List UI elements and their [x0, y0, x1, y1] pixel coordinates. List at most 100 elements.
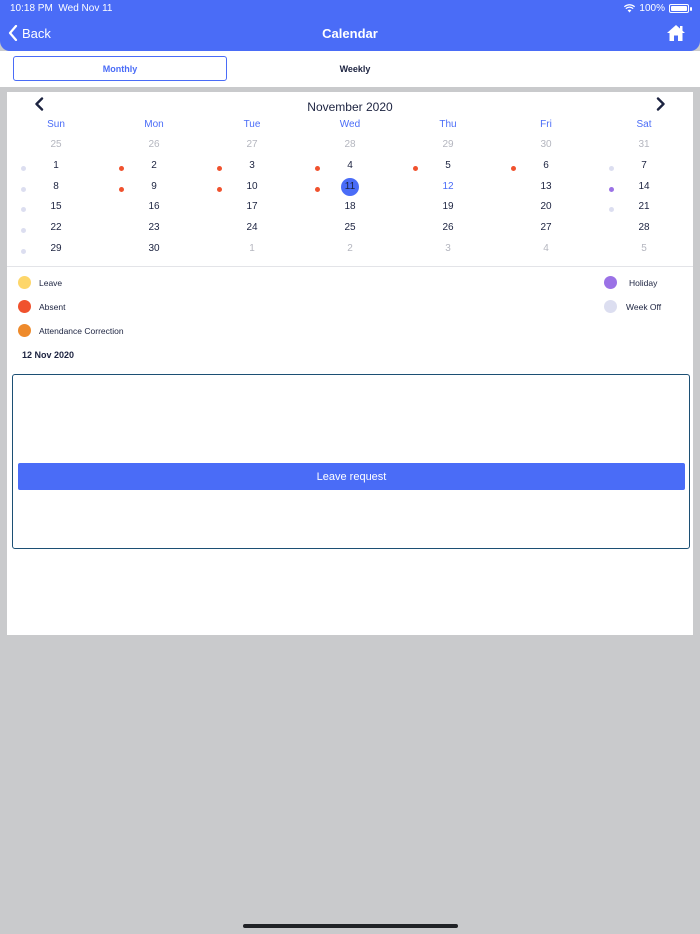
- calendar-day[interactable]: 5: [399, 156, 497, 177]
- legend-label: Attendance Correction: [39, 325, 124, 336]
- legend-attendance-correction: Attendance Correction: [18, 324, 124, 337]
- day-number: 21: [638, 201, 650, 213]
- day-detail-panel: Leave request: [12, 374, 690, 549]
- day-number: 26: [148, 139, 160, 150]
- day-number: 7: [641, 159, 647, 171]
- day-number: 30: [148, 242, 160, 254]
- status-dot-weekoff: [21, 248, 26, 254]
- status-dot-absent: [511, 165, 516, 171]
- calendar-header: November 2020: [7, 92, 693, 118]
- calendar-day[interactable]: 4: [497, 239, 595, 260]
- calendar-day[interactable]: 24: [203, 218, 301, 239]
- day-number: 2: [347, 242, 353, 254]
- view-toggle: Monthly Weekly: [0, 51, 700, 87]
- calendar-day[interactable]: 20: [497, 197, 595, 218]
- calendar-day[interactable]: 2: [105, 156, 203, 177]
- calendar-day[interactable]: 18: [301, 197, 399, 218]
- calendar-day[interactable]: 25: [7, 135, 105, 156]
- calendar-day[interactable]: 22: [7, 218, 105, 239]
- legend-swatch: [604, 300, 617, 313]
- calendar-day[interactable]: 21: [595, 197, 693, 218]
- day-number: 28: [344, 139, 356, 150]
- day-number: 4: [347, 159, 353, 171]
- calendar-day[interactable]: 30: [497, 135, 595, 156]
- status-dot-weekoff: [21, 228, 26, 234]
- calendar-day[interactable]: 3: [203, 156, 301, 177]
- calendar-day[interactable]: 30: [105, 239, 203, 260]
- home-button[interactable]: [666, 23, 686, 48]
- legend-leave: Leave: [18, 276, 62, 289]
- status-dot-absent: [119, 165, 124, 171]
- calendar-day[interactable]: 10: [203, 177, 301, 198]
- status-bar: 10:18 PM Wed Nov 11 100%: [0, 0, 700, 18]
- battery-percent: 100%: [639, 3, 665, 14]
- calendar-day[interactable]: 9: [105, 177, 203, 198]
- day-number: 28: [638, 222, 650, 234]
- day-number: 5: [445, 159, 451, 171]
- calendar-week-row: 29 30 1 2 3 4 5: [7, 239, 693, 260]
- calendar-day[interactable]: 7: [595, 156, 693, 177]
- calendar-day[interactable]: 29: [399, 135, 497, 156]
- calendar-day[interactable]: 31: [595, 135, 693, 156]
- day-number: 12: [442, 180, 454, 192]
- calendar-day[interactable]: 1: [7, 156, 105, 177]
- selected-date-label: 12 Nov 2020: [22, 350, 75, 360]
- calendar-week-row: 25 26 27 28 29 30 31: [7, 135, 693, 156]
- calendar-day[interactable]: 27: [203, 135, 301, 156]
- calendar-day[interactable]: 6: [497, 156, 595, 177]
- calendar-day[interactable]: 26: [105, 135, 203, 156]
- tab-monthly[interactable]: Monthly: [13, 56, 227, 81]
- calendar-day[interactable]: 23: [105, 218, 203, 239]
- calendar-day[interactable]: 27: [497, 218, 595, 239]
- page-title: Calendar: [322, 26, 378, 41]
- calendar-day[interactable]: 13: [497, 177, 595, 198]
- status-dot-absent: [315, 165, 320, 171]
- tab-weekly[interactable]: Weekly: [248, 56, 462, 81]
- legend-label: Leave: [39, 277, 63, 288]
- day-number: 14: [638, 180, 650, 192]
- calendar-day[interactable]: 8: [7, 177, 105, 198]
- day-number: 16: [148, 201, 160, 213]
- legend-label: Week Off: [626, 301, 662, 312]
- calendar-day[interactable]: 14: [595, 177, 693, 198]
- calendar-week-row: 8 9 10 11 12 13 14: [7, 177, 693, 198]
- calendar-day-selected[interactable]: 11: [301, 177, 399, 198]
- calendar-day[interactable]: 1: [203, 239, 301, 260]
- status-right: 100%: [624, 3, 692, 14]
- calendar-day[interactable]: 25: [301, 218, 399, 239]
- calendar-day[interactable]: 2: [301, 239, 399, 260]
- calendar-day[interactable]: 17: [203, 197, 301, 218]
- calendar-day[interactable]: 15: [7, 197, 105, 218]
- leave-request-button[interactable]: Leave request: [18, 463, 685, 490]
- status-dot-absent: [217, 165, 222, 171]
- next-month-button[interactable]: [656, 97, 666, 116]
- day-number: 15: [50, 201, 62, 213]
- home-icon: [667, 25, 685, 41]
- calendar-day[interactable]: 12: [399, 177, 497, 198]
- day-number: 26: [442, 222, 454, 234]
- day-number: 22: [50, 222, 62, 234]
- day-number: 19: [442, 201, 454, 213]
- day-number: 31: [638, 139, 650, 150]
- calendar-day[interactable]: 26: [399, 218, 497, 239]
- calendar-day[interactable]: 29: [7, 239, 105, 260]
- weekday-label: Fri: [540, 119, 552, 130]
- battery-icon: [669, 4, 689, 13]
- home-indicator: [243, 924, 458, 928]
- status-dot-weekoff: [21, 186, 26, 192]
- legend-swatch: [18, 276, 31, 289]
- status-time: 10:18 PM Wed Nov 11: [10, 3, 113, 14]
- calendar-day[interactable]: 16: [105, 197, 203, 218]
- calendar-day[interactable]: 4: [301, 156, 399, 177]
- legend-holiday: Holiday: [604, 276, 657, 289]
- calendar-day[interactable]: 5: [595, 239, 693, 260]
- status-dot-weekoff: [21, 207, 26, 213]
- legend-absent: Absent: [18, 300, 65, 313]
- nav-bar: Back Calendar: [0, 18, 700, 51]
- calendar-day[interactable]: 28: [301, 135, 399, 156]
- calendar-day[interactable]: 3: [399, 239, 497, 260]
- calendar-day[interactable]: 19: [399, 197, 497, 218]
- calendar-day[interactable]: 28: [595, 218, 693, 239]
- legend-label: Absent: [39, 301, 66, 312]
- status-dot-absent: [119, 186, 124, 192]
